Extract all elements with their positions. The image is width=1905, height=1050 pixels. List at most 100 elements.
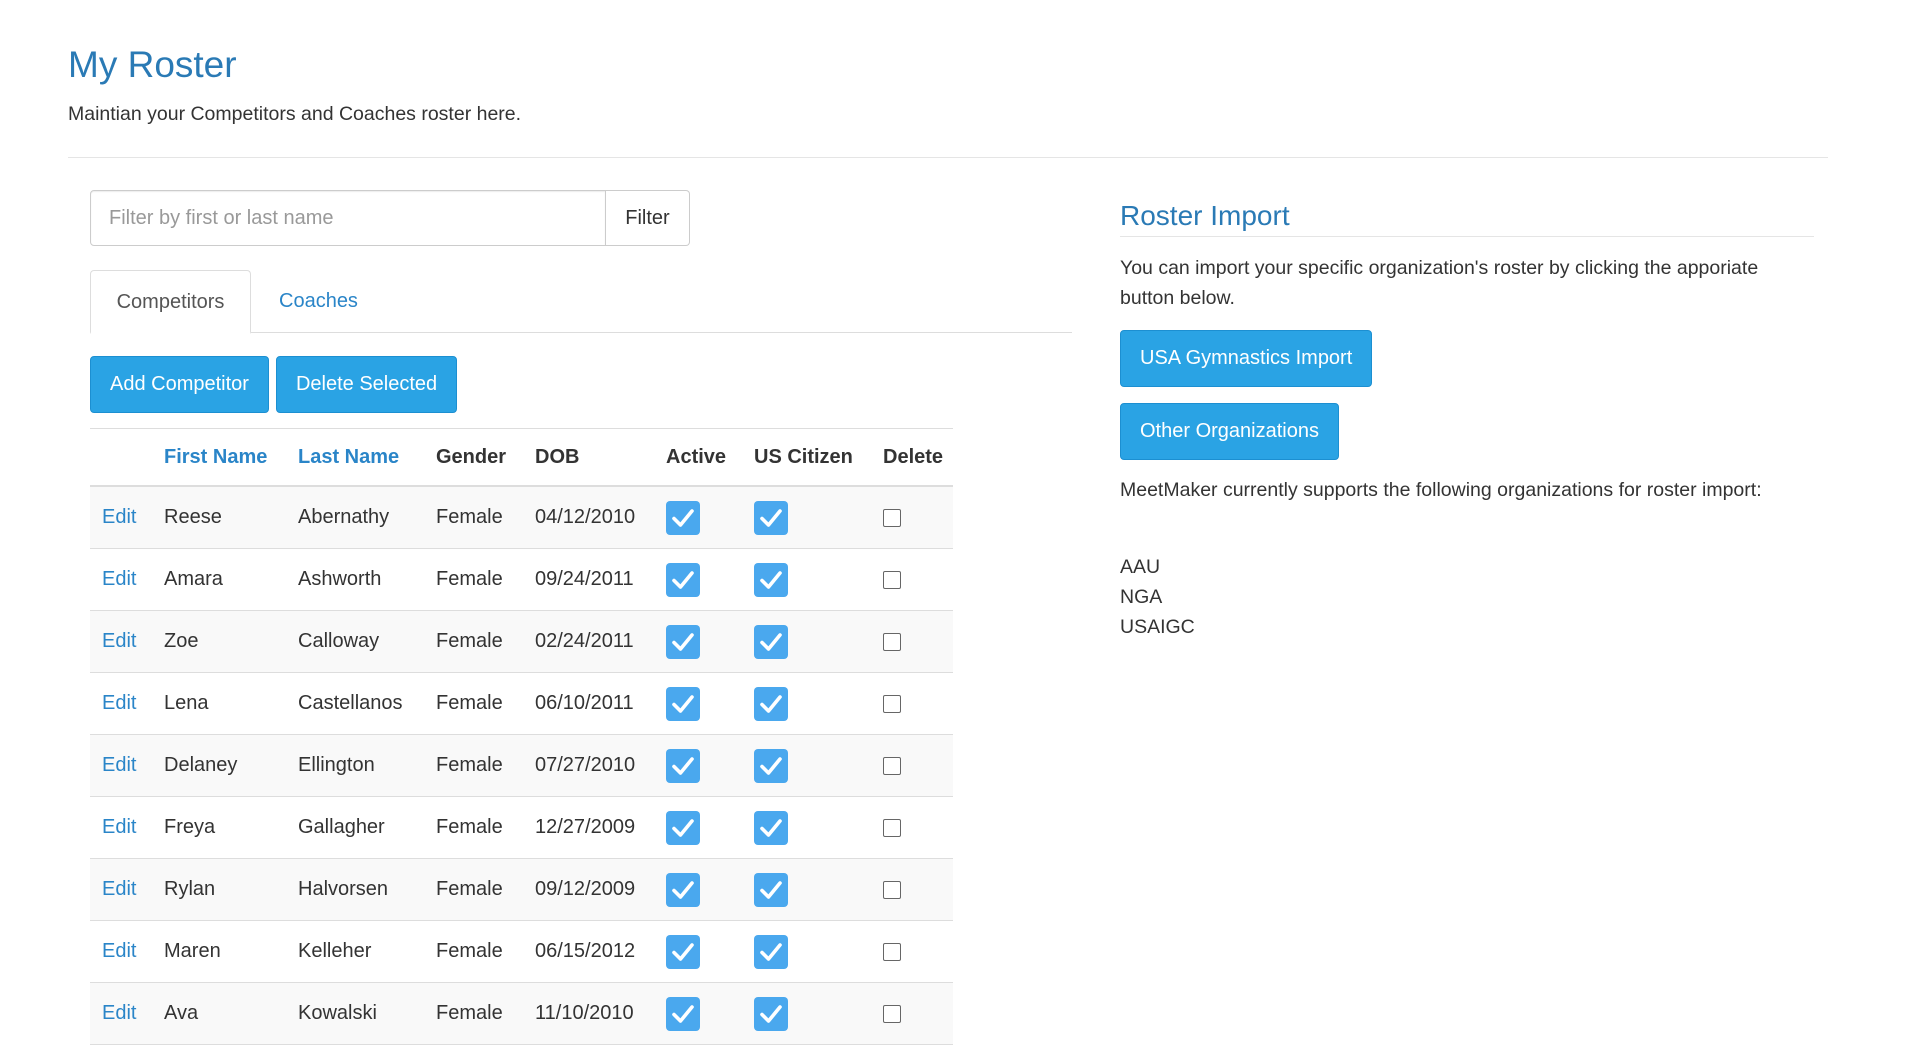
active-checkbox[interactable] [666,934,700,969]
dob-cell: 06/10/2011 [523,672,654,735]
dob-cell: 09/24/2011 [523,548,654,611]
dob-cell: 02/24/2011 [523,610,654,673]
edit-link[interactable]: Edit [90,610,152,673]
active-cell [654,486,742,549]
table-row: Edit Rylan Halvorsen Female 09/12/2009 [90,858,953,921]
dob-cell: 09/12/2009 [523,858,654,921]
import-description: You can import your specific organizatio… [1120,257,1759,309]
last-name-cell: Halvorsen [286,858,424,921]
first-name-cell: Zoe [152,610,286,673]
filter-input[interactable] [90,190,606,246]
us-citizen-checkbox[interactable] [754,624,788,659]
last-name-cell: Castellanos [286,672,424,735]
roster-import-panel: Roster Import You can import your specif… [1120,200,1814,638]
us-citizen-checkbox[interactable] [754,872,788,907]
active-checkbox[interactable] [666,500,700,535]
us-citizen-cell [742,548,871,611]
delete-cell [871,920,953,983]
competitors-table: First Name Last Name Gender DOB Active U… [90,428,953,1045]
active-checkbox[interactable] [666,686,700,721]
edit-link[interactable]: Edit [90,858,152,921]
import-heading: Roster Import [1120,200,1814,237]
roster-actions: Add Competitor Delete Selected [90,356,458,413]
first-name-cell: Reese [152,486,286,549]
page-subtitle: Maintian your Competitors and Coaches ro… [68,103,522,125]
gender-cell: Female [424,610,523,673]
us-citizen-cell [742,796,871,859]
us-citizen-checkbox[interactable] [754,562,788,597]
first-name-cell: Freya [152,796,286,859]
edit-link[interactable]: Edit [90,796,152,859]
active-checkbox[interactable] [666,810,700,845]
delete-checkbox[interactable] [883,508,901,527]
gender-cell: Female [424,734,523,797]
delete-cell [871,796,953,859]
delete-checkbox[interactable] [883,1004,901,1023]
col-us-citizen-header: US Citizen [742,428,871,487]
table-row: Edit Delaney Ellington Female 07/27/2010 [90,734,953,797]
first-name-cell: Rylan [152,858,286,921]
last-name-cell: Ellington [286,734,424,797]
edit-link[interactable]: Edit [90,734,152,797]
active-checkbox[interactable] [666,996,700,1031]
edit-link[interactable]: Edit [90,672,152,735]
gender-cell: Female [424,796,523,859]
col-delete-header: Delete [871,428,953,487]
us-citizen-checkbox[interactable] [754,500,788,535]
us-citizen-checkbox[interactable] [754,748,788,783]
active-checkbox[interactable] [666,872,700,907]
us-citizen-cell [742,610,871,673]
delete-checkbox[interactable] [883,756,901,775]
table-body: Edit Reese Abernathy Female 04/12/2010 Edit Am… [90,486,953,1045]
supported-orgs-description: MeetMaker currently supports the followi… [1120,479,1762,501]
delete-checkbox[interactable] [883,632,901,651]
active-cell [654,982,742,1045]
active-checkbox[interactable] [666,748,700,783]
edit-link[interactable]: Edit [90,548,152,611]
us-citizen-cell [742,982,871,1045]
delete-cell [871,548,953,611]
us-citizen-checkbox[interactable] [754,810,788,845]
delete-selected-button[interactable]: Delete Selected [275,356,458,413]
active-cell [654,920,742,983]
delete-checkbox[interactable] [883,694,901,713]
delete-checkbox[interactable] [883,570,901,589]
tab-coaches[interactable]: Coaches [279,270,358,332]
org-item: USAIGC [1120,616,1195,638]
filter-button[interactable]: Filter [606,190,690,246]
gender-cell: Female [424,486,523,549]
active-checkbox[interactable] [666,562,700,597]
page-title: My Roster [68,44,237,85]
active-checkbox[interactable] [666,624,700,659]
edit-link[interactable]: Edit [90,982,152,1045]
active-cell [654,734,742,797]
active-cell [654,672,742,735]
delete-checkbox[interactable] [883,880,901,899]
edit-link[interactable]: Edit [90,486,152,549]
last-name-cell: Kowalski [286,982,424,1045]
col-last-name-header[interactable]: Last Name [286,428,424,487]
col-first-name-header[interactable]: First Name [152,428,286,487]
delete-cell [871,610,953,673]
delete-checkbox[interactable] [883,942,901,961]
add-competitor-button[interactable]: Add Competitor [90,356,269,413]
usa-gymnastics-import-button[interactable]: USA Gymnastics Import [1120,330,1373,387]
org-item: NGA [1120,586,1163,608]
delete-checkbox[interactable] [883,818,901,837]
last-name-cell: Abernathy [286,486,424,549]
table-header-row: First Name Last Name Gender DOB Active U… [90,428,953,487]
us-citizen-checkbox[interactable] [754,686,788,721]
dob-cell: 07/27/2010 [523,734,654,797]
us-citizen-checkbox[interactable] [754,934,788,969]
other-organizations-button[interactable]: Other Organizations [1120,403,1339,460]
filter-group: Filter [90,190,690,246]
col-edit-header [90,428,152,487]
edit-link[interactable]: Edit [90,920,152,983]
delete-cell [871,858,953,921]
us-citizen-cell [742,858,871,921]
tab-competitors[interactable]: Competitors [90,270,251,334]
active-cell [654,548,742,611]
us-citizen-checkbox[interactable] [754,996,788,1031]
first-name-cell: Maren [152,920,286,983]
delete-cell [871,982,953,1045]
